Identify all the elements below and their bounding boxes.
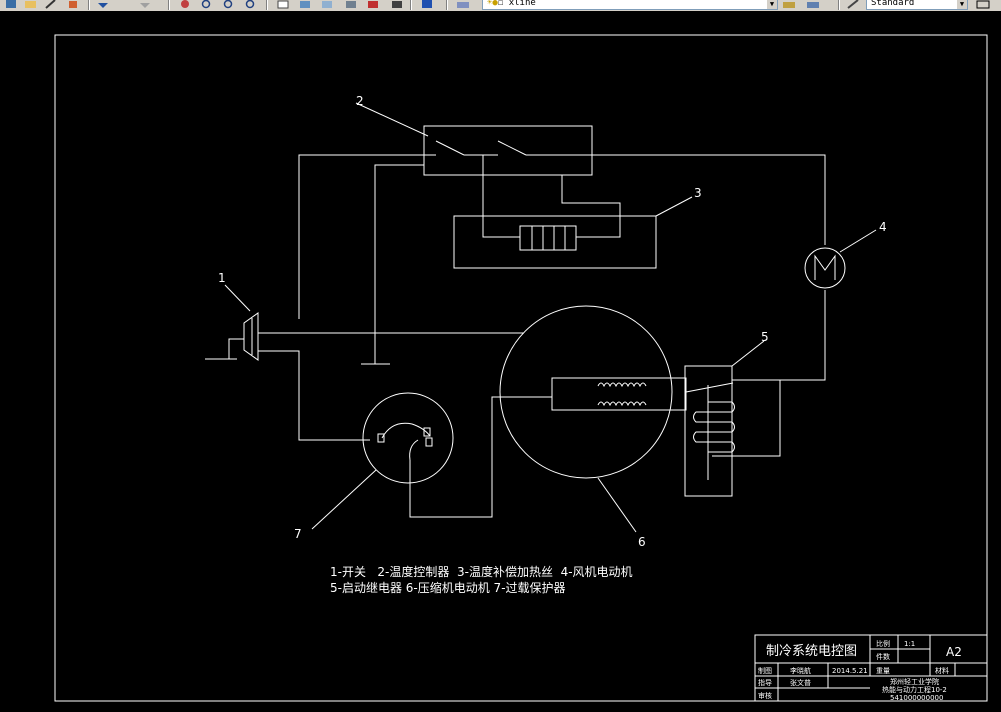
layer-manager-icon[interactable] [456,0,470,9]
temperature-controller-symbol [355,102,593,176]
guide-label: 指导 [758,678,772,687]
count-label: 件数 [876,652,890,661]
material-label: 材料 [935,666,949,675]
compressor-motor-symbol [499,305,687,533]
label-6: 6 [638,535,646,549]
guide-name: 张文普 [790,678,811,687]
label-5: 5 [761,330,769,344]
design-center-icon[interactable] [298,0,312,9]
drawing-title: 制冷系统电控图 [766,644,857,659]
wiring [258,154,826,518]
dimension-style-icon[interactable] [976,0,990,9]
properties-icon[interactable] [276,0,290,9]
scale-label: 比例 [876,639,890,648]
drawn-date: 2014.5.21 [832,667,868,675]
label-7: 7 [294,527,302,541]
sheet-set-icon[interactable] [344,0,358,9]
drawn-name: 李晓航 [790,666,811,675]
zoom-window-icon[interactable] [222,0,236,9]
style-dropdown-value: Standard [871,0,915,8]
zoom-previous-icon[interactable] [244,0,258,9]
label-2: 2 [356,94,364,108]
chevron-down-icon: ▼ [767,0,777,9]
overload-protector-symbol [311,392,454,530]
label-3: 3 [694,186,702,200]
drawing-canvas[interactable]: 2 3 4 1 5 6 7 1-开关 2-温度控制器 3-温度补偿加热丝 4-风… [0,11,1001,712]
drawing-frame [54,34,988,702]
pan-icon[interactable] [178,0,192,9]
undo-icon[interactable] [96,0,110,9]
fan-motor-symbol [804,229,877,289]
match-properties-icon[interactable] [66,0,80,9]
help-icon[interactable] [420,0,434,9]
schematic-drawing: 2 3 4 1 5 6 7 1-开关 2-温度控制器 3-温度补偿加热丝 4-风… [54,34,988,702]
zoom-realtime-icon[interactable] [200,0,214,9]
redo-icon[interactable] [138,0,152,9]
heater-wire-symbol [453,196,693,269]
class-name: 热能与动力工程10-2 [882,685,947,694]
pen-icon[interactable] [44,0,58,9]
school-name: 郑州轻工业学院 [890,677,939,686]
scale-value: 1:1 [904,640,915,648]
save-icon[interactable] [4,0,18,9]
legend-line-1: 1-开关 2-温度控制器 3-温度补偿加热丝 4-风机电动机 [330,564,633,579]
open-icon[interactable] [24,0,38,9]
style-dropdown[interactable]: Standard ▼ [866,0,968,10]
legend-line-2: 5-启动继电器 6-压缩机电动机 7-过载保护器 [330,580,566,595]
markup-icon[interactable] [366,0,380,9]
layer-previous-icon[interactable] [806,0,820,9]
layer-dropdown[interactable]: ☀●☐ xline ▼ [482,0,778,10]
sheet-size: A2 [946,645,962,659]
switch-symbol [205,284,259,361]
title-block: 制冷系统电控图 比例 1:1 件数 A2 制图 李晓航 2014.5.21 重量… [754,634,988,702]
label-1: 1 [218,271,226,285]
student-number: 541000000000 [890,694,943,702]
drawn-label: 制图 [758,666,772,675]
calculator-icon[interactable] [390,0,404,9]
chevron-down-icon: ▼ [957,0,967,9]
review-label: 审核 [758,691,772,700]
make-current-layer-icon[interactable] [782,0,796,9]
style-manager-icon[interactable] [846,0,860,9]
label-4: 4 [879,220,887,234]
start-relay-symbol [684,340,765,497]
layer-dropdown-value: xline [508,0,536,8]
tool-palettes-icon[interactable] [320,0,334,9]
weight-label: 重量 [876,667,890,675]
